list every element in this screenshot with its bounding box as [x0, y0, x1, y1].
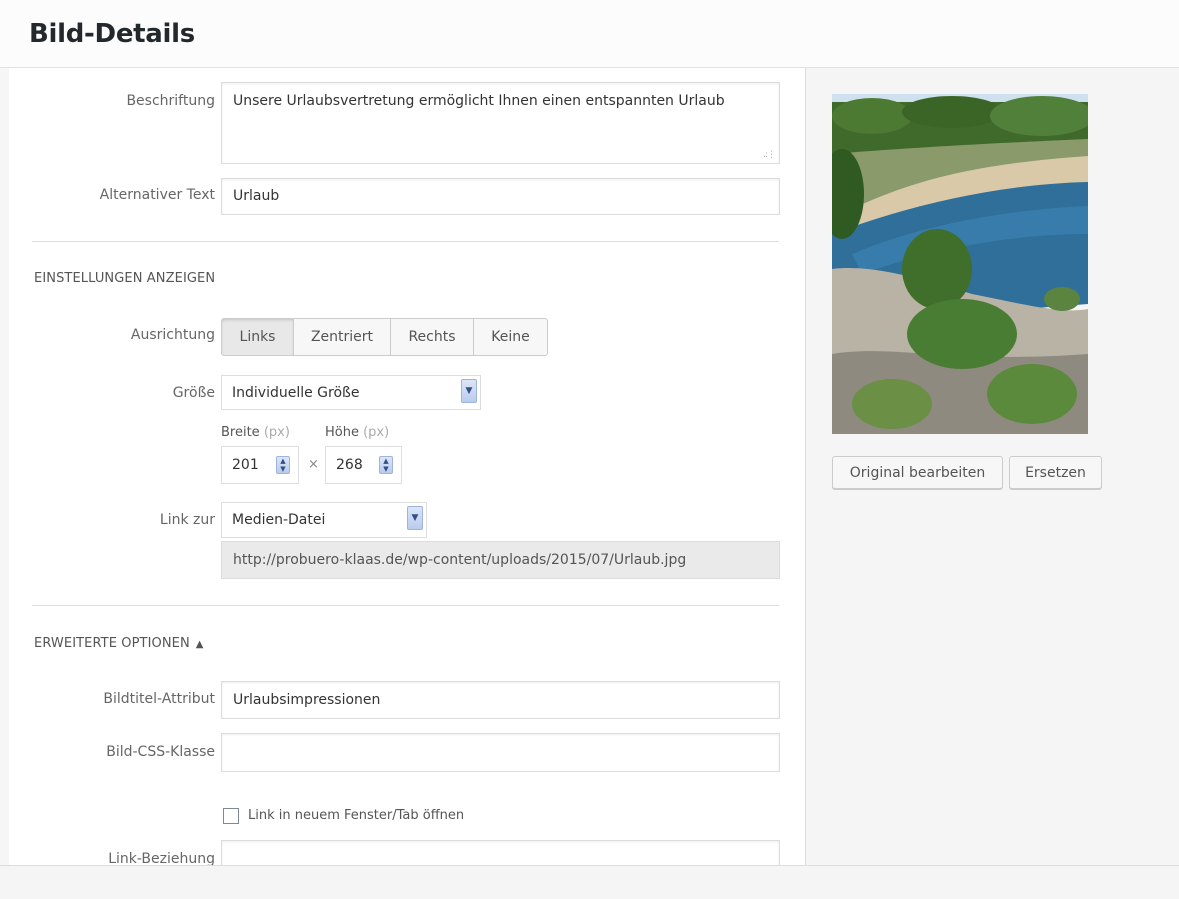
width-label-text: Breite: [221, 425, 260, 440]
link-rel-label: Link-Beziehung: [108, 851, 215, 865]
advanced-options-toggle[interactable]: ERWEITERTE OPTIONEN ▲: [34, 636, 204, 651]
align-left-button[interactable]: Links: [221, 318, 294, 356]
new-tab-checkbox[interactable]: [223, 808, 239, 824]
page-title: Bild-Details: [29, 19, 195, 49]
alt-text-label: Alternativer Text: [99, 187, 215, 203]
alignment-label: Ausrichtung: [130, 327, 215, 343]
width-unit: (px): [263, 425, 290, 440]
width-input[interactable]: 201 ▲ ▼: [221, 446, 299, 484]
link-to-label: Link zur: [159, 512, 215, 528]
alt-text-value: Urlaub: [233, 188, 280, 204]
replace-button[interactable]: Ersetzen: [1009, 456, 1102, 489]
modal-footer: [0, 865, 1179, 899]
height-label-text: Höhe: [325, 425, 359, 440]
spinner-arrows-icon[interactable]: ▲ ▼: [276, 456, 290, 474]
divider: [32, 241, 779, 242]
height-value: 268: [336, 457, 363, 473]
caption-label: Beschriftung: [126, 93, 215, 109]
link-url-value: http://probuero-klaas.de/wp-content/uplo…: [233, 552, 687, 568]
align-none-button[interactable]: Keine: [474, 318, 548, 356]
chevron-down-icon: ▼: [407, 506, 423, 530]
title-attr-label: Bildtitel-Attribut: [103, 691, 215, 707]
link-to-select[interactable]: Medien-Datei ▼: [221, 502, 427, 538]
width-value: 201: [232, 457, 259, 473]
title-attr-input[interactable]: Urlaubsimpressionen: [221, 681, 780, 719]
chevron-down-icon: ▼: [461, 379, 477, 403]
advanced-options-heading: ERWEITERTE OPTIONEN: [34, 636, 190, 651]
image-details-form: Beschriftung Unsere Urlaubsvertretung er…: [9, 68, 805, 865]
image-thumbnail: [832, 94, 1088, 434]
display-settings-heading: EINSTELLUNGEN ANZEIGEN: [34, 271, 216, 286]
new-tab-label: Link in neuem Fenster/Tab öffnen: [248, 808, 465, 823]
edit-original-button[interactable]: Original bearbeiten: [832, 456, 1003, 489]
height-input[interactable]: 268 ▲ ▼: [325, 446, 402, 484]
divider: [32, 605, 779, 606]
align-center-button[interactable]: Zentriert: [294, 318, 391, 356]
alt-text-input[interactable]: Urlaub: [221, 178, 780, 215]
caption-value: Unsere Urlaubsvertretung ermöglicht Ihne…: [233, 93, 725, 109]
link-rel-input[interactable]: [221, 840, 780, 865]
alignment-button-group: Links Zentriert Rechts Keine: [221, 318, 548, 356]
size-select[interactable]: Individuelle Größe ▼: [221, 375, 481, 410]
modal-header: Bild-Details: [0, 0, 1179, 68]
title-attr-value: Urlaubsimpressionen: [233, 692, 381, 708]
size-separator: ×: [308, 457, 319, 472]
size-label: Größe: [172, 385, 215, 401]
link-url-field[interactable]: http://probuero-klaas.de/wp-content/uplo…: [221, 541, 780, 579]
align-right-button[interactable]: Rechts: [391, 318, 474, 356]
resize-grip-icon[interactable]: .:⋮: [763, 150, 776, 160]
spinner-arrows-icon[interactable]: ▲ ▼: [379, 456, 393, 474]
width-label: Breite (px): [221, 425, 290, 440]
size-select-value: Individuelle Größe: [232, 385, 360, 401]
left-gutter: [0, 68, 9, 865]
css-class-label: Bild-CSS-Klasse: [106, 744, 215, 760]
css-class-input[interactable]: [221, 733, 780, 772]
link-to-value: Medien-Datei: [232, 512, 326, 528]
height-unit: (px): [363, 425, 390, 440]
caret-up-icon: ▲: [195, 639, 204, 650]
height-label: Höhe (px): [325, 425, 389, 440]
image-preview-sidebar: Original bearbeiten Ersetzen: [805, 68, 1179, 865]
caption-textarea[interactable]: Unsere Urlaubsvertretung ermöglicht Ihne…: [221, 82, 780, 164]
